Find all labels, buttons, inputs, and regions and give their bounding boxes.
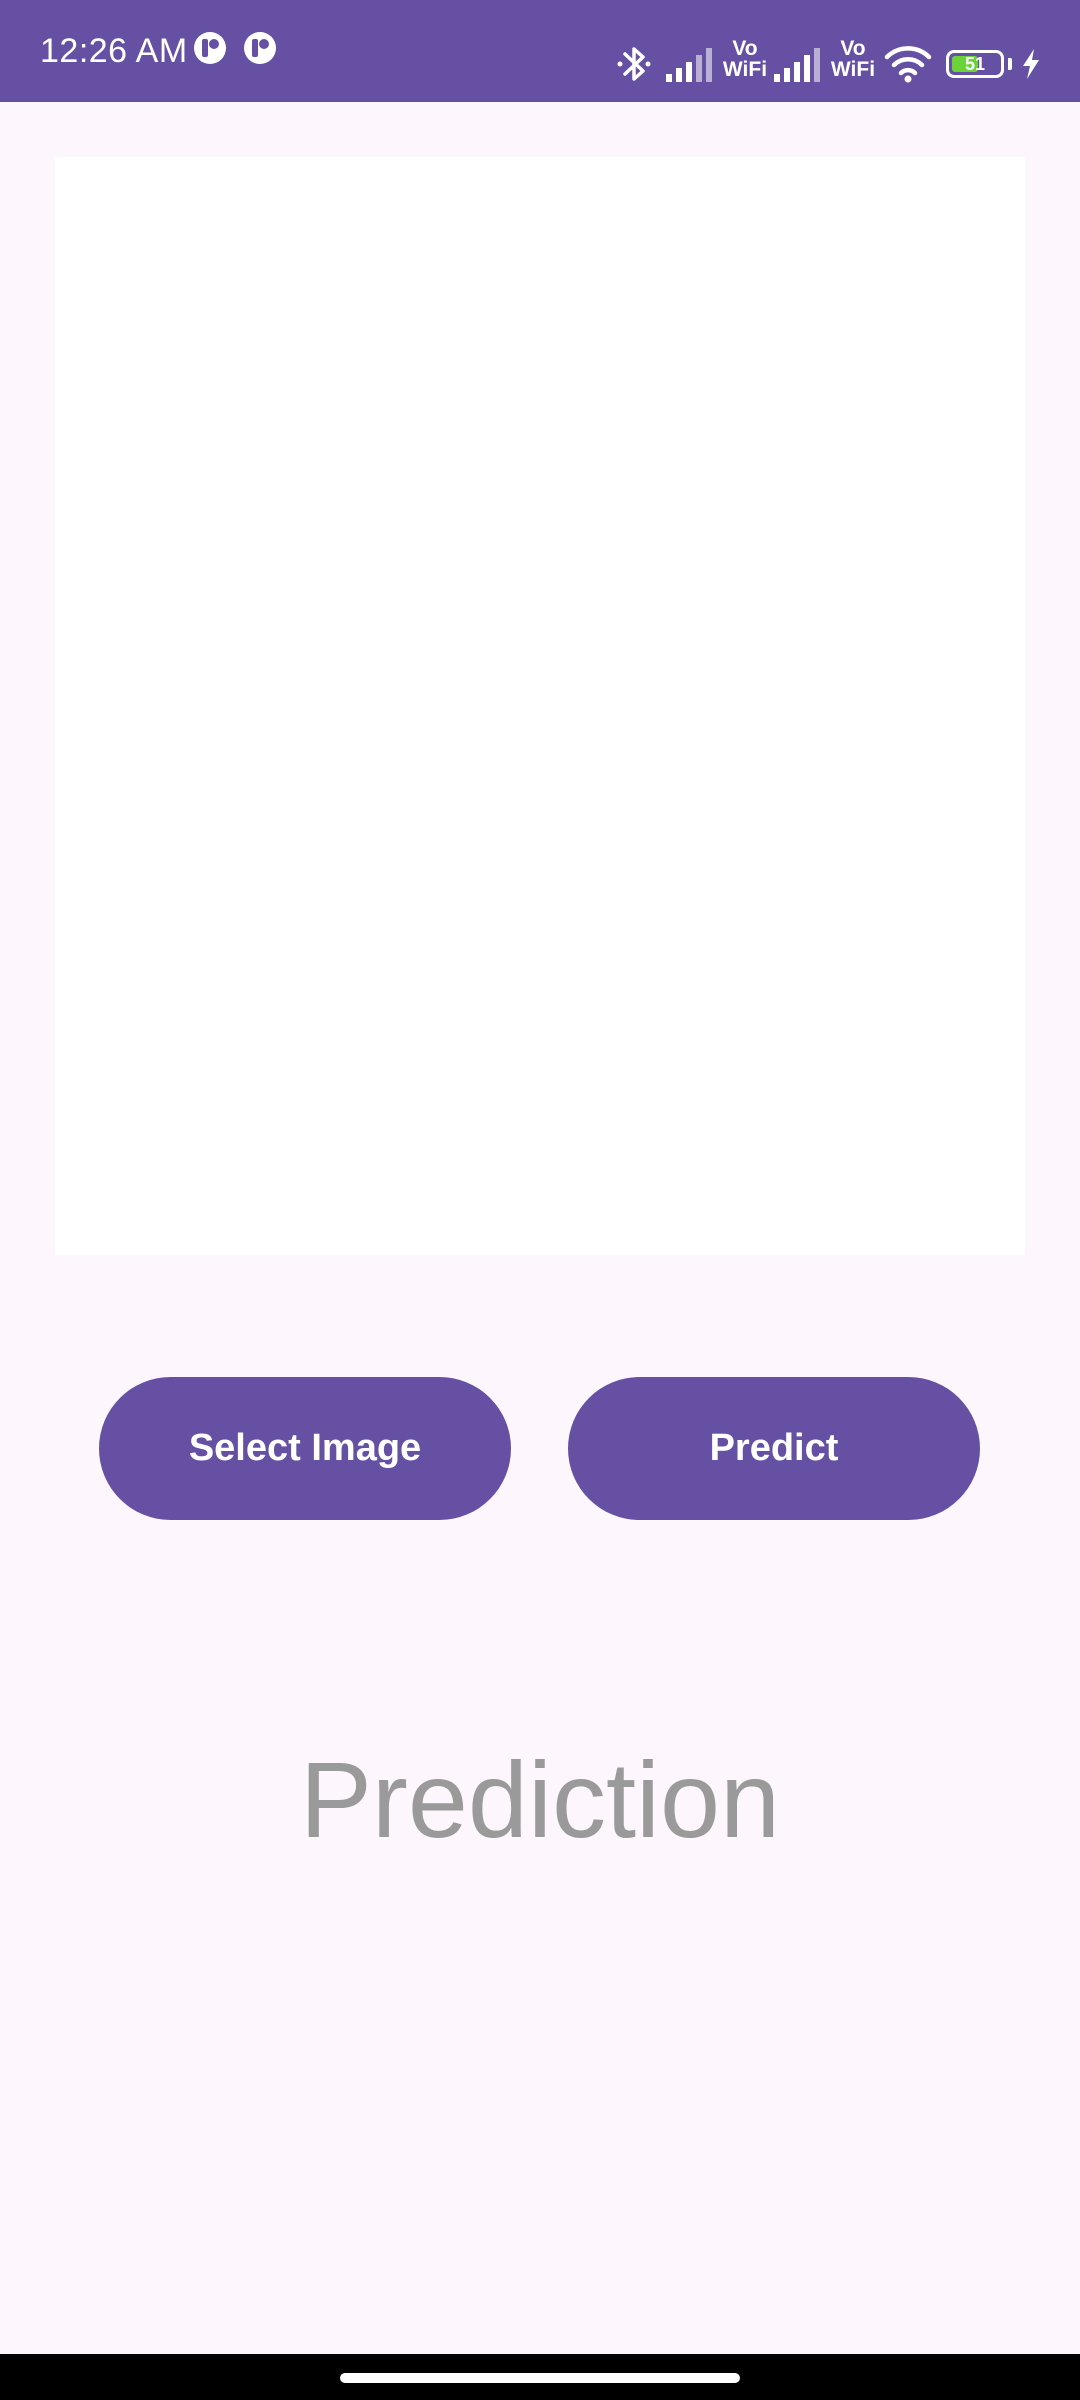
battery-cap: [1008, 58, 1012, 70]
battery-icon: 51: [946, 50, 1004, 78]
prediction-text: Prediction: [299, 1739, 781, 1860]
bluetooth-icon: [617, 47, 651, 81]
predict-button[interactable]: Predict: [568, 1377, 980, 1520]
image-preview: [55, 157, 1025, 1255]
signal-icon: [666, 48, 712, 82]
vowifi-label: Vo WiFi: [722, 37, 768, 81]
signal-icon: [774, 48, 820, 82]
status-bar: 12:26 AM Vo WiFi Vo WiFi 51: [0, 0, 1080, 102]
battery-level: 51: [964, 54, 986, 74]
select-image-button[interactable]: Select Image: [99, 1377, 511, 1520]
home-indicator[interactable]: [340, 2373, 740, 2383]
wifi-icon: [884, 46, 932, 83]
vowifi-label: Vo WiFi: [830, 37, 876, 81]
navigation-bar: [0, 2354, 1080, 2400]
charging-icon: [1023, 49, 1039, 79]
